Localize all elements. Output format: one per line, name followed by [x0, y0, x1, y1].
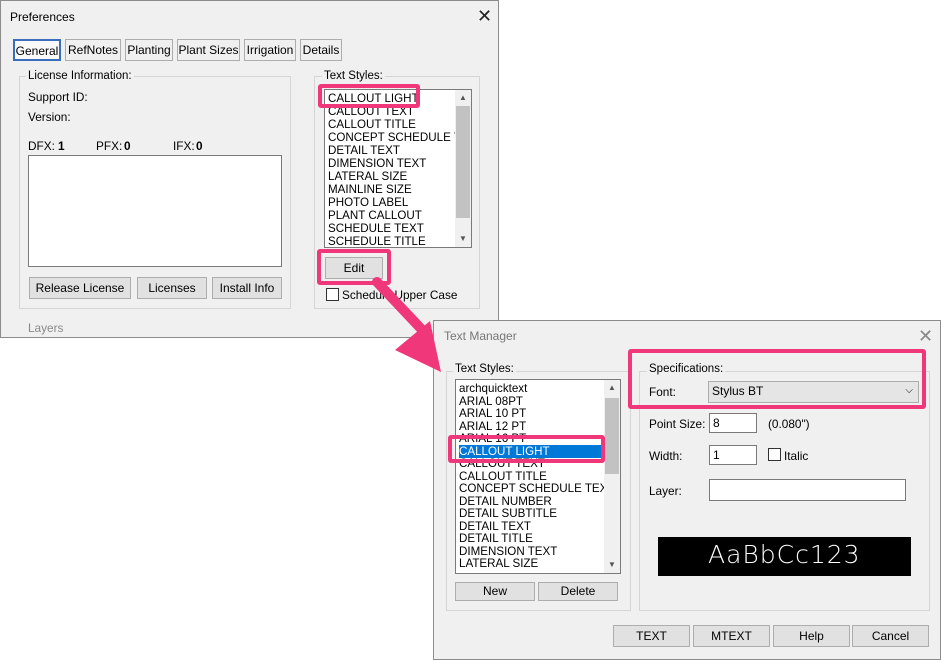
point-size-inches: (0.080") [768, 417, 810, 431]
delete-button[interactable]: Delete [538, 582, 618, 601]
text-button[interactable]: TEXT [613, 625, 690, 647]
highlight-callout-light [318, 84, 420, 108]
tab-details[interactable]: Details [300, 39, 342, 61]
mtext-button[interactable]: MTEXT [693, 625, 770, 647]
version-label: Version: [28, 110, 71, 124]
list-item[interactable]: DETAIL TEXT [328, 144, 400, 157]
cancel-button[interactable]: Cancel [852, 625, 929, 647]
scroll-thumb[interactable] [456, 106, 470, 218]
tm-text-styles-label: Text Styles: [453, 363, 516, 375]
text-manager-title: Text Manager [444, 329, 517, 343]
scroll-up-icon[interactable]: ▲ [455, 91, 471, 105]
list-item[interactable]: DIMENSION TEXT [328, 157, 426, 170]
preferences-dialog: Preferences ✕ General RefNotes Planting … [0, 0, 499, 338]
tab-planting[interactable]: Planting [125, 39, 173, 61]
list-item[interactable]: DETAIL TEXT [459, 520, 531, 533]
scroll-down-icon[interactable]: ▼ [455, 232, 471, 246]
list-item[interactable]: SCHEDULE TITLE [328, 235, 426, 247]
highlight-edit-button [317, 249, 391, 285]
ifx-label: IFX: [173, 139, 195, 153]
list-item[interactable]: ARIAL 08PT [459, 395, 523, 408]
license-group-label: License Information: [26, 70, 134, 82]
width-label: Width: [649, 449, 683, 463]
list-item[interactable]: DETAIL SUBTITLE [459, 507, 557, 520]
list-item[interactable]: ARIAL 10 PT [459, 407, 526, 420]
support-id-label: Support ID: [28, 90, 88, 104]
schedule-upper-case-label: Schedule Upper Case [342, 288, 458, 302]
list-item[interactable]: CALLOUT TITLE [328, 118, 416, 131]
highlight-callout-light-selected [448, 435, 605, 463]
new-button[interactable]: New [455, 582, 535, 601]
point-size-field[interactable]: 8 [709, 413, 757, 433]
font-preview: AaBbCc123 [658, 537, 911, 576]
layers-label: Layers [28, 321, 64, 335]
list-item[interactable]: LATERAL SIZE [328, 170, 407, 183]
list-item[interactable]: DIMENSION TEXT [459, 545, 557, 558]
dfx-label: DFX: [28, 139, 55, 153]
scroll-thumb[interactable] [605, 398, 619, 474]
text-styles-list[interactable]: CALLOUT LIGHT CALLOUT TEXT CALLOUT TITLE… [324, 89, 472, 248]
tab-irrigation[interactable]: Irrigation [244, 39, 296, 61]
install-info-button[interactable]: Install Info [212, 277, 282, 299]
pfx-value: 0 [124, 139, 131, 153]
schedule-upper-case-checkbox[interactable] [326, 288, 339, 301]
list-item[interactable]: SCHEDULE TEXT [328, 222, 424, 235]
tab-general[interactable]: General [13, 39, 61, 61]
tm-text-styles-list[interactable]: archquicktext ARIAL 08PT ARIAL 10 PT ARI… [455, 379, 621, 574]
list-item[interactable]: MAINLINE SIZE [328, 183, 412, 196]
tab-plant-sizes[interactable]: Plant Sizes [177, 39, 240, 61]
text-styles-label: Text Styles: [322, 70, 385, 82]
ifx-value: 0 [196, 139, 203, 153]
license-info-box[interactable] [28, 155, 282, 267]
help-button[interactable]: Help [773, 625, 850, 647]
dfx-value: 1 [58, 139, 65, 153]
list-item[interactable]: PLANT CALLOUT [328, 209, 422, 222]
list-item[interactable]: DETAIL TITLE [459, 532, 533, 545]
close-icon[interactable]: ✕ [477, 7, 492, 25]
italic-label: Italic [784, 449, 809, 463]
list-item[interactable]: CONCEPT SCHEDULE TEXT [459, 482, 614, 495]
layer-field[interactable] [709, 479, 906, 501]
point-size-label: Point Size: [649, 417, 706, 431]
highlight-specifications [628, 349, 926, 409]
preferences-title: Preferences [10, 10, 75, 24]
list-item[interactable]: CALLOUT TITLE [459, 470, 547, 483]
scroll-down-icon[interactable]: ▼ [604, 558, 620, 572]
tab-refnotes[interactable]: RefNotes [65, 39, 121, 61]
close-icon[interactable]: ✕ [918, 327, 933, 345]
licenses-button[interactable]: Licenses [137, 277, 207, 299]
list-item[interactable]: LATERAL SIZE [459, 557, 538, 570]
italic-checkbox[interactable] [768, 448, 781, 461]
width-field[interactable]: 1 [709, 445, 757, 465]
list-item[interactable]: PHOTO LABEL [328, 196, 408, 209]
list-item[interactable]: ARIAL 12 PT [459, 420, 526, 433]
pfx-label: PFX: [96, 139, 123, 153]
release-license-button[interactable]: Release License [29, 277, 131, 299]
list-item[interactable]: CONCEPT SCHEDULE TE [328, 131, 469, 144]
list-item[interactable]: DETAIL NUMBER [459, 495, 552, 508]
layer-label: Layer: [649, 484, 682, 498]
preview-text: AaBbCc123 [708, 540, 861, 569]
list-item[interactable]: archquicktext [459, 382, 527, 395]
scroll-up-icon[interactable]: ▲ [604, 381, 620, 395]
